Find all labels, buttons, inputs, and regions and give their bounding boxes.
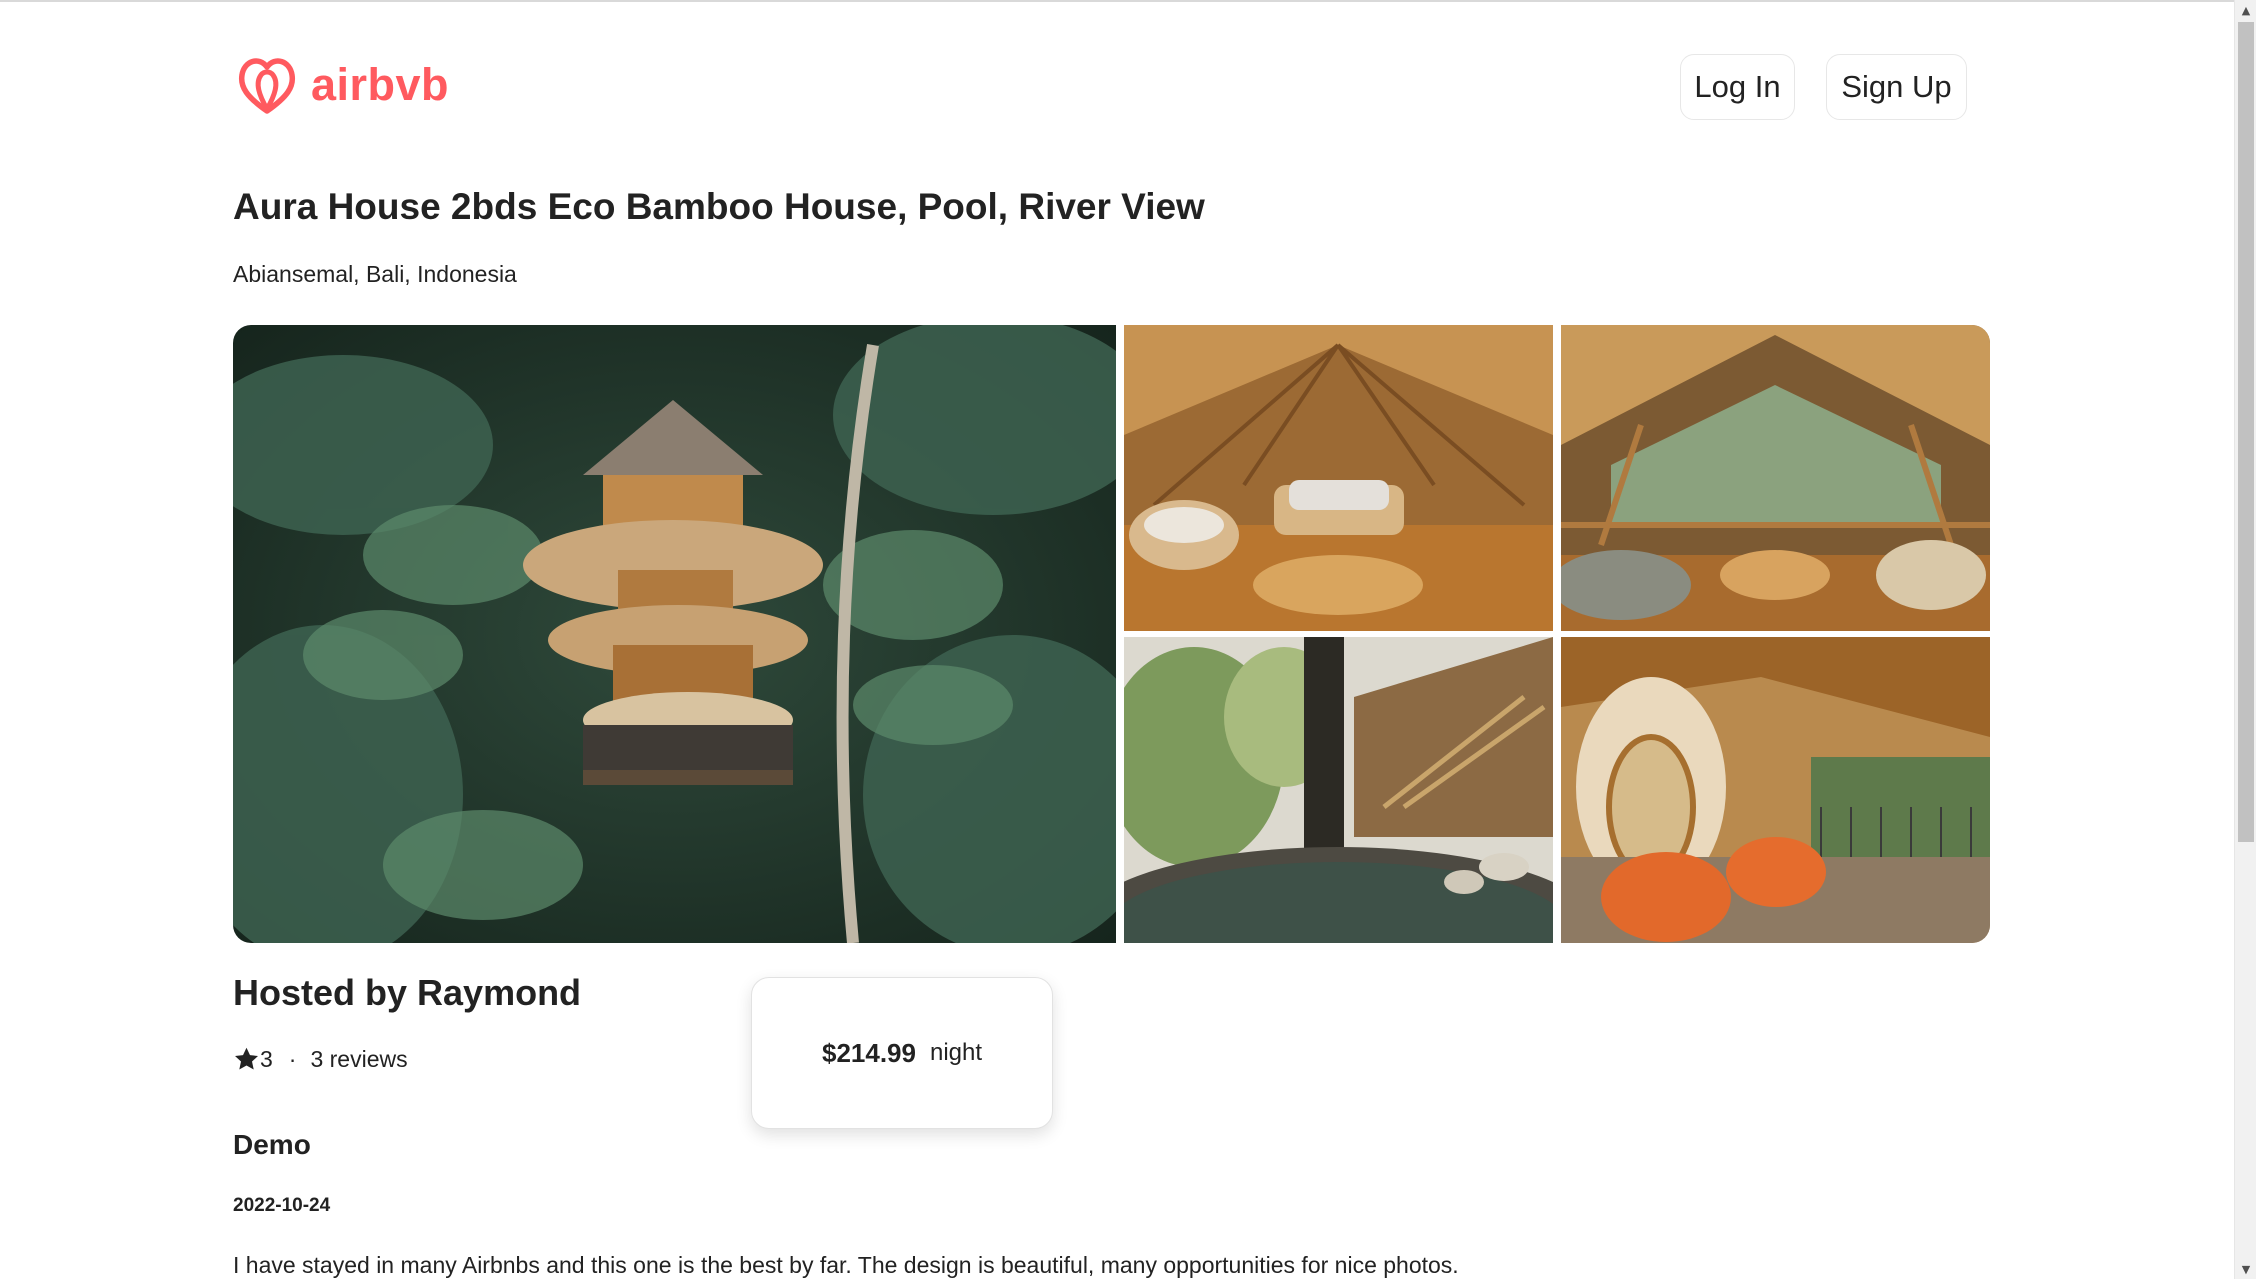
scroll-down-arrow-icon[interactable]: ▼ [2235,1259,2256,1279]
gallery-photo-2[interactable] [1124,325,1553,631]
photo-gallery [233,325,1990,943]
review-author: Demo [233,1129,311,1160]
page-scrollbar[interactable]: ▲ ▼ [2234,0,2256,1279]
river-pool-photo [1124,637,1553,943]
bamboo-terrace-view-photo [1561,325,1990,631]
review-text: I have stayed in many Airbnbs and this o… [233,1252,1459,1278]
separator-dot: · [288,1045,297,1072]
bamboo-living-room-photo [1124,325,1553,631]
airbnb-belo-icon [238,58,296,114]
scroll-up-arrow-icon[interactable]: ▲ [2235,0,2256,20]
review-date: 2022-10-24 [233,1195,331,1216]
rating-summary: 3 · 3 reviews [233,1044,408,1074]
price-card: $214.99 night [751,977,1053,1129]
login-button[interactable]: Log In [1680,54,1795,120]
host-name: Hosted by Raymond [233,972,582,1013]
gallery-photo-5[interactable] [1561,637,1990,943]
price-unit: night [929,1039,983,1066]
brand-name: airbvb [311,58,450,110]
signup-button[interactable]: Sign Up [1826,54,1967,120]
gallery-photo-3[interactable] [1561,325,1990,631]
rating-value: 3 [260,1045,273,1072]
price-amount: $214.99 [821,1037,916,1068]
bamboo-treehouse-jungle-photo [233,325,1116,943]
star-icon [235,1047,258,1070]
listing-title: Aura House 2bds Eco Bamboo House, Pool, … [233,186,1205,227]
brand-logo[interactable]: airbvb [237,53,449,115]
reviews-count-link[interactable]: 3 reviews [310,1046,407,1073]
gallery-photo-main[interactable] [233,325,1116,943]
listing-location: Abiansemal, Bali, Indonesia [233,261,517,287]
gallery-photo-4[interactable] [1124,637,1553,943]
window-top-border [0,0,2234,2]
scroll-thumb[interactable] [2238,22,2254,842]
bamboo-pod-bedroom-photo [1561,637,1990,943]
